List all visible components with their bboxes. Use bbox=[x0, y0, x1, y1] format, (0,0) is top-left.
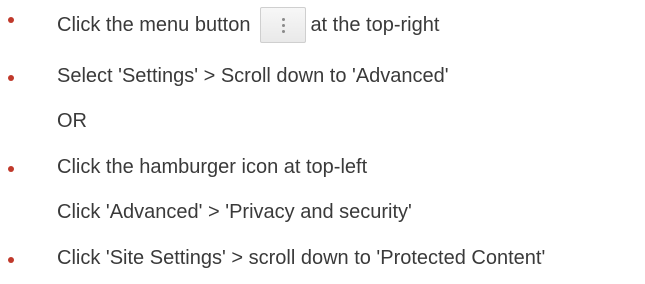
step-3: Click the hamburger icon at top-left bbox=[57, 156, 368, 178]
bullet-dot-icon bbox=[8, 257, 14, 263]
or-separator: OR bbox=[57, 110, 87, 132]
step-3-continued: Click 'Advanced' > 'Privacy and security… bbox=[57, 201, 412, 223]
bullet-dot-icon bbox=[8, 17, 14, 23]
step-1-text-before: Click the menu button bbox=[57, 14, 251, 36]
step-1: Click the menu button at the top-right bbox=[57, 7, 439, 43]
menu-button[interactable] bbox=[260, 7, 307, 43]
vertical-three-dots-icon bbox=[281, 17, 285, 33]
step-2: Select 'Settings' > Scroll down to 'Adva… bbox=[57, 65, 449, 87]
step-4: Click 'Site Settings' > scroll down to '… bbox=[57, 247, 546, 269]
instructions-list: Click the menu button at the top-right S… bbox=[0, 0, 645, 284]
step-1-text-after: at the top-right bbox=[310, 14, 440, 36]
bullet-dot-icon bbox=[8, 166, 14, 172]
bullet-dot-icon bbox=[8, 75, 14, 81]
